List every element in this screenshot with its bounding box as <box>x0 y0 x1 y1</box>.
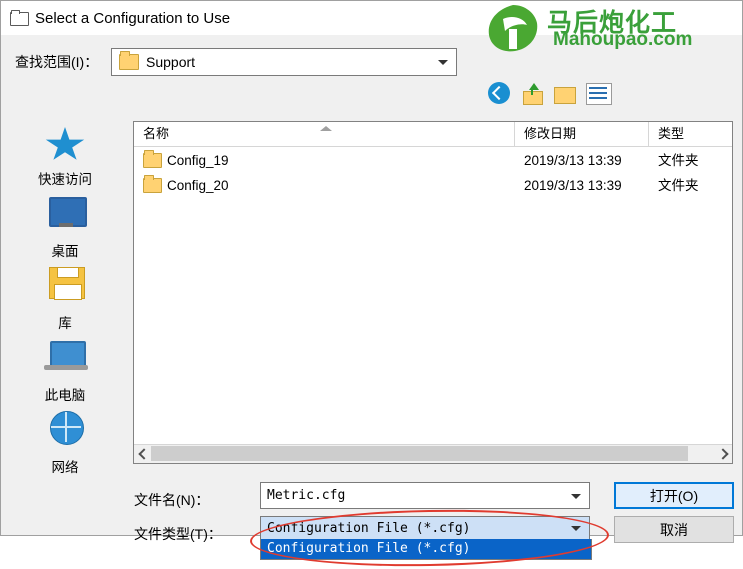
file-type-value: Configuration File (*.cfg) <box>267 520 471 536</box>
file-type: 文件夹 <box>658 153 699 168</box>
file-list[interactable]: 名称 修改日期 类型 Config_19 2019/3/13 13:39 文件夹… <box>133 121 733 464</box>
watermark: 马后炮化工 Mahoupao.com <box>477 1 743 61</box>
sidebar-item-label: 快速访问 <box>38 172 92 187</box>
sidebar-item-computer[interactable]: 此电脑 <box>1 337 129 404</box>
sidebar-item-library[interactable]: 库 <box>1 265 129 332</box>
sort-ascending-icon <box>320 126 332 131</box>
folder-icon <box>9 8 29 28</box>
horizontal-scrollbar[interactable] <box>134 444 732 463</box>
places-sidebar: 快速访问 桌面 库 此电脑 网络 <box>1 121 129 481</box>
sidebar-item-label: 网络 <box>51 460 79 475</box>
open-button[interactable]: 打开(O) <box>614 482 734 509</box>
chevron-down-icon[interactable] <box>438 60 448 65</box>
dropdown-option[interactable]: Configuration File (*.cfg) <box>267 539 591 558</box>
dialog-content: 查找范围(I)： Support 快速访问 桌面 库 此电脑 网络 名称 修改日… <box>1 35 742 569</box>
sidebar-item-label: 库 <box>58 316 72 331</box>
folder-icon <box>143 175 162 193</box>
table-row[interactable]: Config_20 2019/3/13 13:39 文件夹 <box>134 173 732 198</box>
desktop-icon <box>41 193 89 237</box>
up-one-level-icon[interactable] <box>522 83 544 105</box>
file-name-input[interactable]: Metric.cfg <box>260 482 590 509</box>
file-list-header: 名称 修改日期 类型 <box>134 122 732 147</box>
table-row[interactable]: Config_19 2019/3/13 13:39 文件夹 <box>134 148 732 173</box>
network-icon <box>41 409 89 453</box>
new-folder-icon[interactable] <box>554 84 576 104</box>
file-name-label: 文件名(N)： <box>134 492 210 508</box>
computer-icon <box>41 337 89 381</box>
look-in-label: 查找范围(I)： <box>15 54 99 70</box>
file-date: 2019/3/13 13:39 <box>524 178 622 193</box>
sidebar-item-label: 桌面 <box>51 244 79 259</box>
views-icon[interactable] <box>586 83 612 105</box>
file-type: 文件夹 <box>658 178 699 193</box>
folder-icon <box>143 150 162 168</box>
sidebar-item-network[interactable]: 网络 <box>1 409 129 476</box>
file-type-dropdown-list[interactable]: Configuration File (*.cfg) <box>260 539 592 560</box>
sidebar-item-quick-access[interactable]: 快速访问 <box>1 121 129 188</box>
chevron-down-icon[interactable] <box>571 493 581 499</box>
chevron-down-icon[interactable] <box>571 526 581 531</box>
look-in-value: Support <box>146 54 196 70</box>
sidebar-item-label: 此电脑 <box>44 388 86 403</box>
star-icon <box>41 121 89 165</box>
file-type-label: 文件类型(T)： <box>134 526 222 542</box>
file-type-combo[interactable]: Configuration File (*.cfg) <box>260 516 590 540</box>
toolbar <box>488 81 728 107</box>
column-header-type[interactable]: 类型 <box>649 122 732 146</box>
scroll-right-icon[interactable] <box>715 445 732 462</box>
file-dialog: Select a Configuration to Use 查找范围(I)： S… <box>0 0 743 569</box>
dialog-title: Select a Configuration to Use <box>35 9 231 27</box>
leaf-logo-icon <box>488 5 538 52</box>
scroll-left-icon[interactable] <box>134 445 151 462</box>
file-name: Config_20 <box>167 178 229 193</box>
column-header-date[interactable]: 修改日期 <box>515 122 649 146</box>
sidebar-item-desktop[interactable]: 桌面 <box>1 193 129 260</box>
file-name: Config_19 <box>167 153 229 168</box>
look-in-combo[interactable]: Support <box>111 48 457 76</box>
folder-icon <box>119 51 139 70</box>
file-date: 2019/3/13 13:39 <box>524 153 622 168</box>
scrollbar-thumb[interactable] <box>151 446 688 461</box>
back-icon[interactable] <box>488 82 512 106</box>
watermark-en-text: Mahoupao.com <box>553 29 693 50</box>
cancel-button[interactable]: 取消 <box>614 516 734 543</box>
file-name-value: Metric.cfg <box>267 488 346 503</box>
library-icon <box>41 265 89 309</box>
